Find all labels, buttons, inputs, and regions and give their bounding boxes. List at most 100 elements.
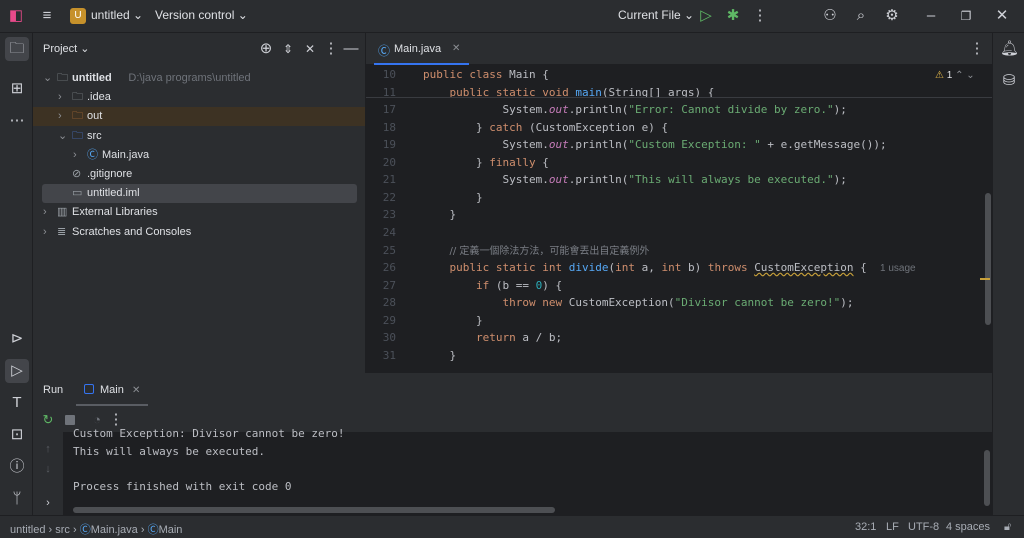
close-run-tab-icon[interactable]: ✕: [132, 385, 140, 396]
services-icon[interactable]: ⊳: [8, 331, 26, 347]
code-line[interactable]: 10 public class Main {: [366, 66, 992, 84]
lock-icon[interactable]: 🔓︎: [1004, 521, 1011, 534]
tab-main-java[interactable]: Ⓒ Main.java ✕: [374, 33, 469, 65]
scroll-up-icon[interactable]: ↑: [39, 441, 57, 457]
console-output[interactable]: Custom Exception: Divisor cannot be zero…: [63, 427, 992, 515]
expand-icon[interactable]: ›: [39, 495, 57, 511]
expand-arrow-icon[interactable]: ›: [73, 146, 77, 165]
code-token: );: [833, 103, 847, 117]
expand-arrow-icon[interactable]: ›: [58, 107, 62, 126]
console-h-scrollbar[interactable]: [73, 507, 555, 513]
locate-icon[interactable]: ⊕: [257, 41, 275, 57]
tree-item[interactable]: ⊘ .gitignore: [33, 165, 365, 184]
code-token: divide: [568, 261, 609, 275]
git-icon[interactable]: ᛘ: [8, 491, 26, 507]
line-number: 24: [382, 225, 396, 239]
folder-icon: 🗀: [72, 91, 83, 104]
project-selector[interactable]: untitled ⌄: [91, 8, 143, 22]
tree-item[interactable]: › ▥ External Libraries: [33, 203, 365, 222]
database-icon[interactable]: ⛁: [1000, 73, 1018, 89]
more-tools-icon[interactable]: ⋯: [8, 113, 26, 129]
console-line: Custom Exception: Divisor cannot be zero…: [73, 427, 345, 440]
more-icon[interactable]: ⋮: [751, 8, 769, 24]
notifications-icon[interactable]: 🔔︎: [1000, 41, 1019, 57]
restore-icon[interactable]: ❐: [957, 8, 975, 24]
add-user-icon[interactable]: ⚇: [821, 8, 839, 24]
expand-arrow-icon[interactable]: ⌄: [43, 69, 52, 88]
close-icon[interactable]: ✕: [993, 8, 1011, 24]
indent-setting[interactable]: 4 spaces: [946, 521, 990, 533]
code-line[interactable]: 21 System.out.println("This will always …: [366, 171, 992, 189]
scroll-down-icon[interactable]: ↓: [39, 461, 57, 477]
run-panel-title: Run: [43, 384, 64, 396]
project-panel-title[interactable]: Project ⌄: [43, 42, 90, 55]
code-line[interactable]: 31 }: [366, 347, 992, 365]
iml-file-icon: ▭: [72, 187, 83, 200]
breadcrumb-item[interactable]: src: [55, 524, 70, 536]
excluded-folder-icon: 🗀: [72, 110, 83, 123]
code-line[interactable]: 28 throw new CustomException("Divisor ca…: [366, 294, 992, 312]
problems-icon[interactable]: ⓘ: [8, 459, 26, 475]
terminal-icon[interactable]: ⊡: [8, 427, 26, 443]
code-line[interactable]: 17 System.out.println("Error: Cannot div…: [366, 101, 992, 119]
debug-icon[interactable]: ✱: [724, 8, 742, 24]
breadcrumb-item[interactable]: Main.java: [91, 524, 138, 536]
caret-position[interactable]: 32:1: [855, 521, 876, 533]
rerun-icon[interactable]: ↻: [39, 412, 57, 428]
tree-item[interactable]: › Ⓒ Main.java: [33, 146, 365, 165]
collapse-all-icon[interactable]: ✕: [301, 41, 319, 57]
code-line[interactable]: 29 }: [366, 312, 992, 330]
code-line[interactable]: 26 public static int divide(int a, int b…: [366, 259, 992, 277]
tree-item[interactable]: › 🗀 .idea: [33, 88, 365, 107]
run-icon[interactable]: ▷: [697, 8, 715, 24]
expand-arrow-icon[interactable]: ⌄: [58, 127, 67, 146]
code-line[interactable]: 25 // 定義一個除法方法，可能會丟出自定義例外: [366, 242, 992, 260]
tree-item[interactable]: ▭ untitled.iml: [42, 184, 357, 204]
tree-item-label: Main.java: [102, 148, 150, 161]
expand-all-icon[interactable]: ⇕: [279, 41, 297, 57]
code-line[interactable]: 20 } finally {: [366, 154, 992, 172]
code-line[interactable]: 22 }: [366, 189, 992, 207]
run-options-icon[interactable]: ⋮: [107, 412, 125, 428]
main-menu-icon[interactable]: ≡: [38, 8, 56, 24]
code-token: }: [423, 155, 490, 169]
breadcrumb-item[interactable]: Main: [159, 524, 183, 536]
project-tool-icon[interactable]: 🗀: [8, 41, 26, 57]
run-tab-main[interactable]: Main ✕: [76, 375, 148, 406]
tree-item[interactable]: ⌄ 🗀 src: [33, 127, 365, 146]
expand-arrow-icon[interactable]: ›: [43, 203, 47, 222]
code-line[interactable]: 27 if (b == 0) {: [366, 277, 992, 295]
coverage-icon[interactable]: ◔: [88, 412, 106, 428]
stop-icon[interactable]: [65, 415, 75, 425]
line-number: 27: [382, 278, 396, 292]
breadcrumb-separator: ›: [45, 524, 56, 536]
expand-arrow-icon[interactable]: ›: [43, 223, 47, 242]
hide-panel-icon[interactable]: —: [342, 41, 360, 57]
search-icon[interactable]: ⌕: [852, 8, 870, 24]
code-line[interactable]: 11 public static void main(String[] args…: [366, 84, 992, 102]
close-tab-icon[interactable]: ✕: [452, 43, 460, 54]
run-tool-icon[interactable]: ▷: [8, 363, 26, 379]
run-config-selector[interactable]: Current File ⌄: [618, 8, 694, 22]
console-v-scrollbar[interactable]: [984, 450, 990, 506]
code-line[interactable]: 19 System.out.println("Custom Exception:…: [366, 136, 992, 154]
tree-item[interactable]: ⌄ 🗀 untitled D:\java programs\untitled: [33, 69, 365, 88]
settings-icon[interactable]: ⚙: [883, 8, 901, 24]
code-line[interactable]: 30 return a / b;: [366, 329, 992, 347]
line-separator[interactable]: LF: [886, 521, 899, 533]
minimize-icon[interactable]: –: [922, 8, 940, 24]
breadcrumb-item[interactable]: untitled: [10, 524, 45, 536]
structure-tool-icon[interactable]: ⊞: [8, 81, 26, 97]
tab-options-icon[interactable]: ⋮: [968, 41, 986, 57]
tree-item[interactable]: › ≣ Scratches and Consoles: [33, 223, 365, 242]
tree-item[interactable]: › 🗀 out: [33, 107, 365, 127]
options-icon[interactable]: ⋮: [322, 41, 340, 57]
ignore-file-icon: ⊘: [72, 168, 82, 180]
vcs-selector[interactable]: Version control ⌄: [155, 8, 248, 22]
code-line[interactable]: 23 }: [366, 206, 992, 224]
code-line[interactable]: 24: [366, 224, 992, 242]
build-icon[interactable]: T: [8, 395, 26, 411]
expand-arrow-icon[interactable]: ›: [58, 88, 62, 107]
code-line[interactable]: 18 } catch (CustomException e) {: [366, 119, 992, 137]
file-encoding[interactable]: UTF-8: [908, 521, 939, 533]
